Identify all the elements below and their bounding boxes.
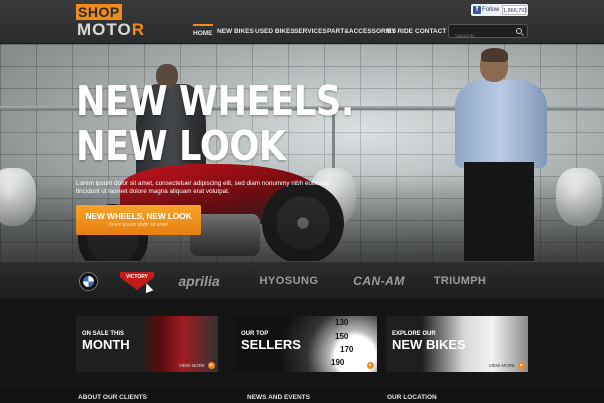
hero-cta-button[interactable]: NEW WHEELS, NEW LOOK lorem ipsum dolor s…: [76, 205, 201, 235]
footer-heading-location: OUR LOCATION: [387, 394, 437, 401]
footer-heading-news-events: NEWS AND EVENTS: [247, 394, 310, 401]
hero-title-line-2: NEW LOOK: [76, 122, 286, 170]
hero-cta-sublabel: lorem ipsum dolor sit amet: [109, 222, 168, 228]
nav-contact[interactable]: CONTACT: [415, 25, 446, 39]
man-right-shirt: [455, 80, 547, 168]
hero-title: NEW WHEELS. NEW LOOK: [76, 79, 399, 169]
logo-motor-accent: R: [131, 20, 145, 39]
hero-cta-label: NEW WHEELS, NEW LOOK: [85, 211, 192, 221]
speedo-label-150: 150: [335, 332, 349, 341]
speedo-label-130: 130: [335, 318, 349, 327]
victory-logo-text: VICTORY: [126, 274, 148, 280]
nav-services[interactable]: SERVICES: [294, 25, 327, 39]
facebook-follow-widget[interactable]: f Follow 1,866,701: [471, 4, 528, 16]
speedo-label-190: 190: [331, 358, 345, 367]
can-am-logo[interactable]: CAN-AM: [344, 270, 414, 292]
search-icon[interactable]: [516, 28, 522, 34]
search-box: [448, 24, 528, 43]
logo-motor-main: MOTO: [77, 20, 132, 39]
card-on-sale-view-more[interactable]: VIEW MORE: [179, 363, 205, 368]
footer-section-headings: ABOUT OUR CLIENTS NEWS AND EVENTS OUR LO…: [0, 389, 604, 403]
arrow-right-icon[interactable]: [518, 362, 525, 369]
logo-shop-text: SHOP: [76, 4, 122, 20]
arrow-right-icon[interactable]: [208, 362, 215, 369]
site-header: SHOP MOTOR f Follow 1,866,701 HOME NEW B…: [0, 0, 604, 44]
brand-logo-strip: VICTORY aprilia HYOSUNG CAN-AM TRIUMPH: [0, 261, 604, 299]
nav-used-bikes[interactable]: USED BIKES: [255, 25, 295, 39]
shop-motor-logo[interactable]: SHOP MOTOR: [76, 4, 144, 40]
logo-motor-text: MOTOR: [77, 21, 145, 39]
follower-count: 1,866,701: [502, 5, 527, 15]
facebook-icon: f: [473, 6, 481, 14]
feature-cards: ON SALE THIS MONTH VIEW MORE 130 150 170…: [0, 299, 604, 389]
card-new-bikes-view-more[interactable]: VIEW MORE: [489, 363, 515, 368]
nav-my-ride[interactable]: MY RIDE: [386, 25, 413, 39]
card-top-sellers[interactable]: 130 150 170 190 OUR TOP SELLERS: [235, 316, 377, 372]
hero-banner: NEW WHEELS. NEW LOOK Lorem ipsum dolor s…: [0, 44, 604, 261]
bmw-logo[interactable]: [78, 270, 98, 292]
search-input[interactable]: [449, 31, 509, 43]
follow-label: Follow: [482, 7, 500, 13]
hyosung-logo[interactable]: HYOSUNG: [248, 270, 330, 292]
speedo-label-170: 170: [340, 345, 354, 354]
aprilia-logo[interactable]: aprilia: [172, 270, 226, 292]
card-new-bikes-title: NEW BIKES: [392, 337, 466, 352]
hero-description: Lorem ipsum dolor sit amet, consectetuer…: [76, 180, 329, 195]
footer-heading-about-clients: ABOUT OUR CLIENTS: [78, 394, 147, 401]
hero-title-line-1: NEW WHEELS.: [76, 77, 354, 125]
triumph-logo[interactable]: TRIUMPH: [432, 270, 488, 292]
nav-home[interactable]: HOME: [193, 24, 213, 39]
man-right-hair: [481, 48, 508, 62]
arrow-right-icon[interactable]: [367, 362, 374, 369]
card-on-sale-title: MONTH: [82, 337, 130, 352]
nav-new-bikes[interactable]: NEW BIKES: [217, 25, 254, 39]
bmw-roundel-icon: [79, 272, 97, 290]
card-on-sale[interactable]: ON SALE THIS MONTH VIEW MORE: [76, 316, 218, 372]
card-top-sellers-title: SELLERS: [241, 337, 301, 352]
card-new-bikes[interactable]: EXPLORE OUR NEW BIKES VIEW MORE: [386, 316, 528, 372]
